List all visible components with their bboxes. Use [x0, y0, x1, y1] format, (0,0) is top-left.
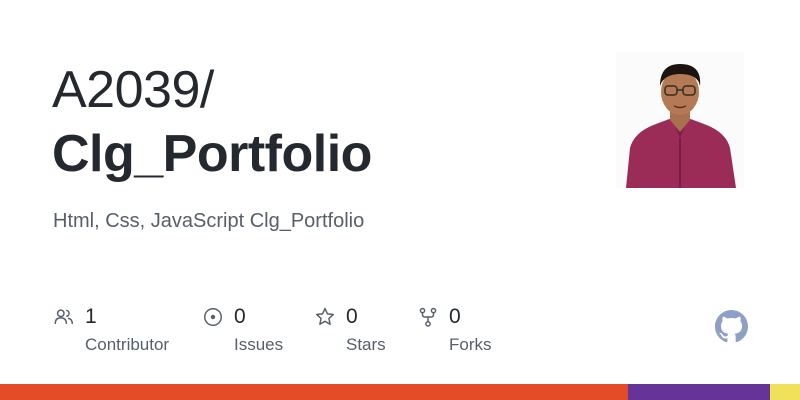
issues-label: Issues [234, 335, 284, 354]
issue-icon [204, 308, 222, 326]
language-bar-segment [769, 384, 800, 400]
repo-owner: A2039/ [52, 61, 214, 119]
stars-count: 0 [346, 305, 358, 328]
owner-avatar [616, 52, 744, 188]
repo-stats: 1 Contributor 0 Issues 0 Stars 0 Forks [0, 300, 800, 360]
language-bar-segment [0, 384, 628, 400]
repo-description: Html, Css, JavaScript Clg_Portfolio [53, 210, 365, 232]
people-icon [54, 309, 73, 325]
contributors-label: Contributor [85, 335, 170, 354]
star-icon [316, 307, 334, 325]
github-icon [715, 310, 748, 343]
forks-count: 0 [449, 305, 461, 328]
fork-icon [419, 307, 437, 327]
stars-label: Stars [346, 335, 386, 354]
language-bar-segment [628, 384, 770, 400]
language-bar [0, 384, 800, 400]
repo-name: Clg_Portfolio [52, 125, 372, 183]
contributors-count: 1 [85, 305, 97, 328]
issues-count: 0 [234, 305, 246, 328]
forks-label: Forks [449, 335, 492, 354]
